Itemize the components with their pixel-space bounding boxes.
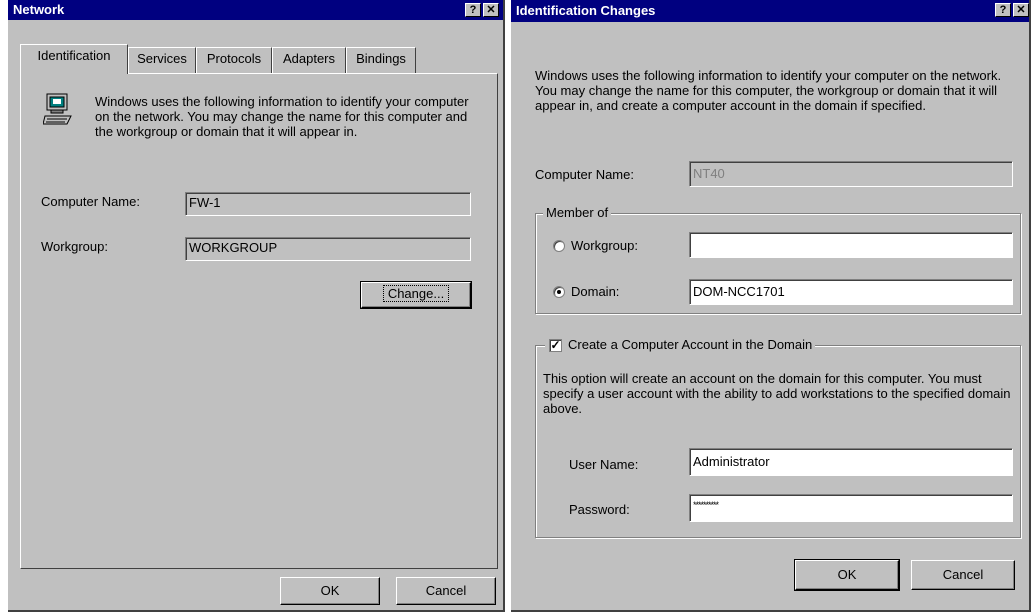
create-account-label: Create a Computer Account in the Domain [568,337,813,352]
ident-cancel-button[interactable]: Cancel [911,560,1015,590]
help-icon[interactable]: ? [995,3,1011,17]
user-name-field[interactable]: Administrator [689,448,1013,476]
change-button[interactable]: Change... [360,281,472,309]
help-icon[interactable]: ? [465,3,481,17]
network-title: Network [13,2,65,17]
ident-domain-label[interactable]: Domain: [571,284,619,299]
account-description: This option will create an account on th… [543,371,1011,416]
create-account-option[interactable]: ✓ Create a Computer Account in the Domain [545,337,816,353]
ident-workgroup-label[interactable]: Workgroup: [571,238,638,253]
computer-icon [42,92,75,132]
tab-bindings[interactable]: Bindings [346,47,416,73]
network-title-bar[interactable]: Network ? ✕ [8,0,503,20]
cancel-button[interactable]: Cancel [396,577,496,605]
computer-name-label: Computer Name: [41,194,140,209]
ident-title: Identification Changes [516,3,656,18]
ident-workgroup-field[interactable] [689,232,1013,258]
password-field[interactable]: ********** [689,494,1013,522]
password-label: Password: [569,502,630,517]
tab-services[interactable]: Services [128,47,196,73]
close-icon[interactable]: ✕ [1013,3,1029,17]
ident-computer-name-field: NT40 [689,161,1013,187]
network-window: Network ? ✕ Identification Services Prot… [8,0,505,612]
ok-button[interactable]: OK [280,577,380,605]
tab-adapters[interactable]: Adapters [272,47,346,73]
ident-title-bar[interactable]: Identification Changes ? ✕ [511,0,1029,22]
computer-name-field: FW-1 [185,192,471,216]
workgroup-label: Workgroup: [41,239,108,254]
ident-ok-button[interactable]: OK [794,559,900,591]
ident-domain-field[interactable]: DOM-NCC1701 [689,279,1013,305]
ident-computer-name-label: Computer Name: [535,167,634,182]
identification-changes-window: Identification Changes ? ✕ Windows uses … [511,0,1031,612]
workgroup-radio[interactable] [553,240,565,252]
network-description: Windows uses the following information t… [95,94,469,139]
close-icon[interactable]: ✕ [483,3,499,17]
ident-description: Windows uses the following information t… [535,68,1002,113]
member-of-label: Member of [543,205,612,220]
domain-radio[interactable] [553,286,565,298]
tab-protocols[interactable]: Protocols [196,47,272,73]
tab-identification[interactable]: Identification [20,44,128,74]
user-name-label: User Name: [569,457,639,472]
identification-panel: Windows uses the following information t… [20,73,498,569]
create-account-checkbox[interactable]: ✓ [549,339,562,353]
workgroup-field: WORKGROUP [185,237,471,261]
